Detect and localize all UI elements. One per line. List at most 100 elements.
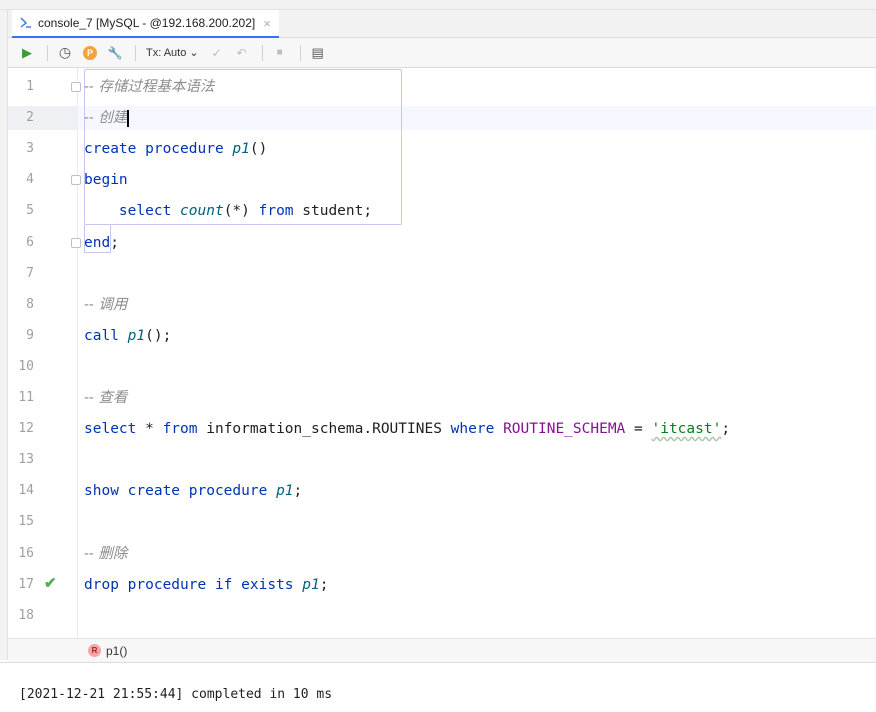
fold-marker-icon[interactable] bbox=[71, 237, 81, 248]
code-line[interactable]: drop procedure if exists p1; bbox=[84, 574, 328, 596]
code-line[interactable]: call p1(); bbox=[84, 325, 171, 347]
code-token: p1 bbox=[127, 327, 146, 344]
code-token: from bbox=[162, 421, 207, 438]
toolbar-separator bbox=[261, 44, 263, 61]
code-token: select bbox=[118, 203, 181, 220]
text-caret bbox=[127, 109, 129, 127]
code-token: select bbox=[84, 421, 146, 438]
tab-console-7[interactable]: console_7 [MySQL - @192.168.200.202] × bbox=[12, 10, 279, 38]
line-number[interactable]: 17 bbox=[8, 575, 34, 595]
code-line[interactable]: -- 调用 bbox=[84, 294, 127, 316]
code-token: ; bbox=[319, 576, 329, 593]
line-number[interactable]: 4 bbox=[8, 170, 34, 190]
code-token: p1 bbox=[232, 141, 250, 158]
history-button[interactable]: ◷ bbox=[54, 41, 76, 65]
code-token: ROUTINE_SCHEMA bbox=[503, 421, 635, 438]
profile-p-icon: P bbox=[83, 45, 97, 60]
settings-button[interactable]: 🔧 bbox=[104, 41, 126, 65]
code-line[interactable]: select * from information_schema.ROUTINE… bbox=[84, 418, 730, 440]
top-strip bbox=[0, 0, 876, 10]
code-line[interactable]: end; bbox=[84, 232, 119, 254]
line-number-gutter[interactable]: 1 2 3 4 5 6 7 8 9 10 11 12 13 14 15 16 17 18 ✔ bbox=[8, 68, 78, 638]
code-token: ; bbox=[293, 483, 303, 500]
profile-button[interactable]: P bbox=[79, 41, 101, 65]
code-token: drop procedure if exists bbox=[84, 576, 303, 593]
line-number[interactable]: 12 bbox=[8, 419, 34, 439]
code-line[interactable]: show create procedure p1; bbox=[84, 480, 302, 502]
code-token: (); bbox=[145, 327, 172, 344]
play-icon: ▶ bbox=[22, 44, 32, 60]
code-line[interactable]: -- 存储过程基本语法 bbox=[84, 76, 214, 98]
line-number[interactable]: 3 bbox=[8, 139, 34, 159]
line-number[interactable]: 8 bbox=[8, 295, 34, 315]
toolbar-separator bbox=[47, 44, 48, 61]
line-number[interactable]: 11 bbox=[8, 388, 34, 408]
line-number[interactable]: 2 bbox=[8, 108, 34, 128]
line-number[interactable]: 6 bbox=[8, 233, 34, 253]
stop-button[interactable]: ■ bbox=[269, 41, 291, 65]
code-token: -- 调用 bbox=[84, 296, 128, 313]
console-icon bbox=[20, 16, 32, 31]
code-token: -- 查看 bbox=[84, 390, 128, 406]
breadcrumb[interactable]: R p1() bbox=[8, 638, 876, 662]
left-tool-strip bbox=[0, 10, 8, 660]
stop-icon: ■ bbox=[276, 47, 283, 58]
line-number[interactable]: 5 bbox=[8, 201, 34, 221]
layout-button[interactable]: ▤ bbox=[307, 41, 329, 65]
line-number[interactable]: 15 bbox=[8, 512, 34, 532]
code-line[interactable]: -- 查看 bbox=[84, 387, 127, 409]
code-token: from bbox=[258, 203, 303, 220]
code-token: ; bbox=[721, 421, 731, 438]
commit-button[interactable]: ✓ bbox=[206, 41, 228, 65]
code-token: show create procedure bbox=[84, 483, 277, 500]
line-number[interactable]: 16 bbox=[8, 544, 34, 564]
run-button[interactable]: ▶ bbox=[16, 41, 38, 65]
wrench-icon: 🔧 bbox=[107, 45, 123, 60]
code-line[interactable]: begin bbox=[84, 169, 128, 191]
code-token: count bbox=[180, 203, 224, 220]
tx-mode-dropdown[interactable]: Tx: Auto ⌄ bbox=[142, 41, 203, 65]
breadcrumb-label: p1() bbox=[106, 643, 128, 658]
code-token: -- 存储过程基本语法 bbox=[84, 79, 215, 95]
line-number[interactable]: 9 bbox=[8, 326, 34, 346]
fold-marker-icon[interactable] bbox=[71, 175, 81, 186]
code-token: end bbox=[84, 234, 111, 251]
code-line[interactable]: select count(*) from student; bbox=[84, 200, 372, 222]
line-number[interactable]: 14 bbox=[8, 481, 34, 501]
toolbar-separator bbox=[135, 44, 136, 61]
code-line[interactable]: -- 创建 bbox=[84, 107, 129, 129]
list-layout-icon: ▤ bbox=[311, 44, 324, 60]
code-token: p1 bbox=[302, 576, 320, 593]
code-token: begin bbox=[84, 172, 128, 189]
close-icon[interactable]: × bbox=[263, 16, 271, 31]
code-token: = bbox=[634, 421, 652, 438]
check-icon: ✓ bbox=[211, 45, 222, 60]
code-line[interactable]: -- 删除 bbox=[84, 543, 127, 565]
line-number[interactable]: 13 bbox=[8, 450, 34, 470]
code-token: information_schema.ROUTINES bbox=[206, 421, 451, 438]
line-number[interactable]: 1 bbox=[8, 77, 34, 97]
code-token: where bbox=[450, 421, 504, 438]
rollback-button[interactable]: ↶ bbox=[231, 41, 253, 65]
line-number[interactable]: 18 bbox=[8, 606, 34, 626]
code-line[interactable]: create procedure p1() bbox=[84, 138, 267, 160]
routine-icon: R bbox=[88, 644, 101, 657]
console-toolbar: ▶ ◷ P 🔧 Tx: Auto ⌄ ✓ ↶ ■ ▤ bbox=[8, 38, 876, 68]
toolbar-separator bbox=[299, 44, 301, 61]
code-token: -- 删除 bbox=[84, 545, 128, 562]
code-editor[interactable]: 1 2 3 4 5 6 7 8 9 10 11 12 13 14 15 16 17 18 ✔ -- 存储过程基本语法… bbox=[8, 68, 876, 638]
editor-tab-bar: console_7 [MySQL - @192.168.200.202] × bbox=[8, 10, 876, 38]
line-number[interactable]: 7 bbox=[8, 264, 34, 284]
execution-success-check-icon: ✔ bbox=[44, 574, 57, 592]
code-token: 'itcast' bbox=[651, 421, 722, 438]
code-token: student bbox=[302, 203, 364, 220]
code-token: ; bbox=[363, 203, 373, 220]
code-token: p1 bbox=[276, 483, 294, 500]
code-token: (*) bbox=[223, 203, 259, 220]
line-number[interactable]: 10 bbox=[8, 357, 34, 377]
console-output-text: [2021-12-21 21:55:44] completed in 10 ms bbox=[19, 687, 333, 702]
code-token: () bbox=[249, 141, 268, 158]
fold-marker-icon[interactable] bbox=[71, 82, 81, 92]
output-console: [2021-12-21 21:55:44] completed in 10 ms bbox=[0, 662, 876, 712]
